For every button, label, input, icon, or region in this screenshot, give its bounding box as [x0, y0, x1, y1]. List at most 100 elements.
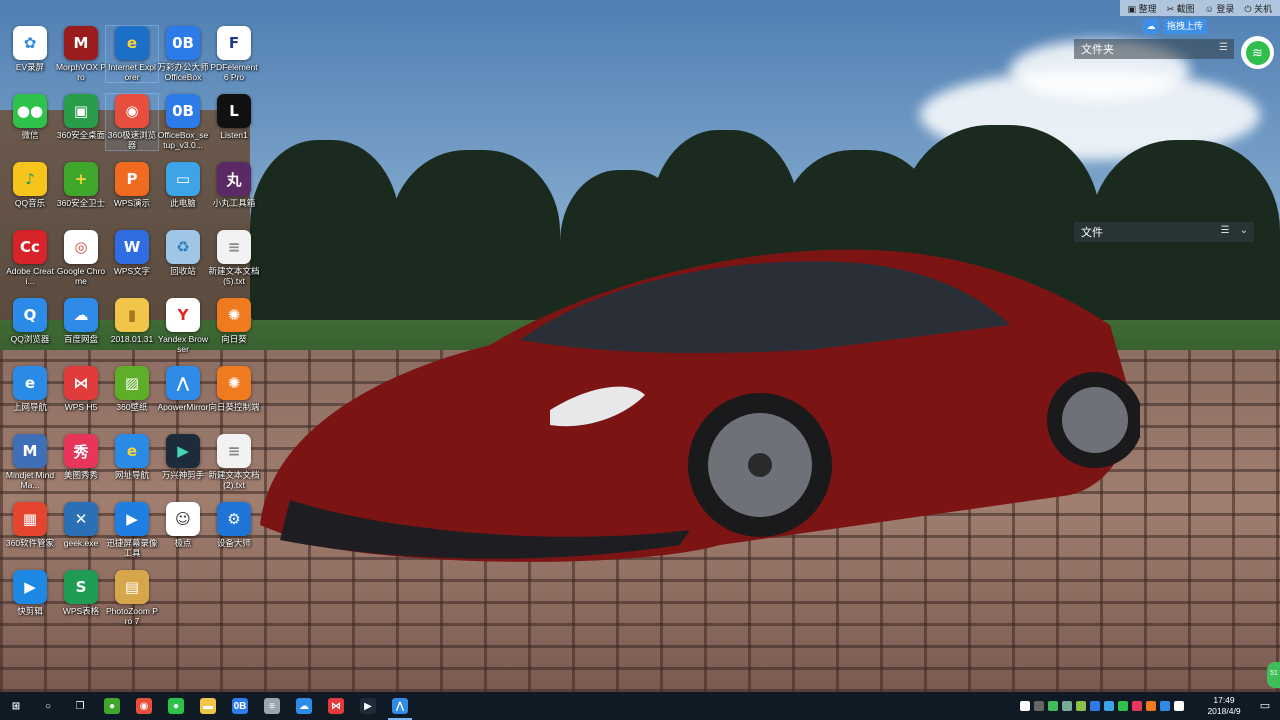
desktop-icon[interactable]: ✕ geek.exe — [55, 502, 107, 548]
desktop-icon[interactable]: e Internet Explorer — [105, 25, 159, 83]
login-button[interactable]: ☺ 登录 — [1205, 2, 1235, 14]
desktop-icon-label: QQ音乐 — [14, 198, 46, 208]
tray-icon[interactable] — [1090, 701, 1100, 711]
tray-icon[interactable] — [1146, 701, 1156, 711]
desktop-icon[interactable]: ≡ 新建文本文档 (5).txt — [208, 230, 260, 286]
desktop-icon[interactable]: ⚙ 设备大师 — [208, 502, 260, 548]
desktop-icon[interactable]: M Mindjet MindMa... — [4, 434, 56, 490]
desktop-icon[interactable]: e 网址导航 — [106, 434, 158, 480]
tray-icon[interactable] — [1104, 701, 1114, 711]
desktop-icon[interactable]: ▭ 此电脑 — [157, 162, 209, 208]
taskbar-wechat[interactable]: ● — [160, 692, 192, 720]
taskbar-notepad[interactable]: ≡ — [256, 692, 288, 720]
menu-icon[interactable]: ☰ — [1219, 42, 1228, 53]
shutdown-button[interactable]: ⏻ 关机 — [1244, 2, 1272, 14]
desktop-icon[interactable]: ▣ 360安全桌面 — [55, 94, 107, 140]
mindmanager-tray-icon[interactable] — [1020, 701, 1030, 711]
taskbar-start[interactable]: ⊞ — [0, 692, 32, 720]
desktop-icon[interactable]: ◎ Google Chrome — [55, 230, 107, 286]
fence-files[interactable]: 文件 ☰ ⌄ — [1074, 222, 1254, 242]
desktop-icon[interactable]: ✿ EV录屏 — [4, 26, 56, 72]
taskbar-file-explorer[interactable]: ▬ — [192, 692, 224, 720]
taskbar-baidu-netdisk[interactable]: ☁ — [288, 692, 320, 720]
app-icon: ⋀ — [166, 366, 200, 400]
desktop-icon[interactable]: ▮ 2018.01.31 — [106, 298, 158, 344]
app-icon: ▶ — [13, 570, 47, 604]
desktop-icon[interactable]: Y Yandex Browser — [157, 298, 209, 354]
desktop-icon[interactable]: ⋈ WPS H5 — [55, 366, 107, 412]
desktop-icon[interactable]: ▦ 360软件管家 — [4, 502, 56, 548]
desktop-icon[interactable]: ✺ 向日葵控制端 — [208, 366, 260, 412]
wechat-tray-icon[interactable] — [1118, 701, 1128, 711]
tray-icon[interactable] — [1132, 701, 1142, 711]
taskbar-wps-h5[interactable]: ⋈ — [320, 692, 352, 720]
tray-icon[interactable] — [1062, 701, 1072, 711]
people-icon[interactable] — [1034, 701, 1044, 711]
taskbar-filmora[interactable]: ▶ — [352, 692, 384, 720]
desktop-icon[interactable]: e 上网导航 — [4, 366, 56, 412]
file-explorer-icon: ▬ — [200, 698, 216, 714]
desktop-icon[interactable]: ▤ PhotoZoom Pro 7 — [106, 570, 158, 626]
desktop-icon[interactable]: ♻ 回收站 — [157, 230, 209, 276]
taskbar-officebox[interactable]: 0B — [224, 692, 256, 720]
taskbar-task-view[interactable]: ❐ — [64, 692, 96, 720]
desktop-icon[interactable]: Cc Adobe Creati... — [4, 230, 56, 286]
menu-icon[interactable]: ☰ — [1221, 225, 1230, 236]
desktop-icon[interactable]: 0B OfficeBox_setup_v3.0... — [157, 94, 209, 150]
app-icon: + — [64, 162, 98, 196]
desktop-icon[interactable]: M MorphVOX Pro — [55, 26, 107, 82]
chevron-down-icon[interactable]: ⌄ — [1240, 225, 1248, 236]
side-floating-widget[interactable]: 51 — [1267, 662, 1280, 688]
desktop-icon[interactable]: S WPS表格 — [55, 570, 107, 616]
desktop-icon[interactable]: +360安全卫士 — [55, 162, 107, 208]
desktop-icon[interactable]: 秀美图秀秀 — [55, 434, 107, 480]
tray-icon[interactable] — [1076, 701, 1086, 711]
app-icon: e — [13, 366, 47, 400]
wifi-widget[interactable]: ≋ — [1241, 36, 1274, 69]
taskbar-search[interactable]: ○ — [32, 692, 64, 720]
desktop-icon[interactable]: ●● 微信 — [4, 94, 56, 140]
desktop-icon[interactable]: L Listen1 — [208, 94, 260, 140]
desktop-icon[interactable]: ☁ 百度网盘 — [55, 298, 107, 344]
desktop-icon[interactable]: ▶ 快剪辑 — [4, 570, 56, 616]
desktop-icon[interactable]: ◉ 360极速浏览器 — [105, 93, 159, 151]
desktop-icon[interactable]: 丸小丸工具箱 — [208, 162, 260, 208]
organize-button[interactable]: ▣ 整理 — [1128, 2, 1157, 14]
desktop-icon[interactable]: ✺ 向日葵 — [208, 298, 260, 344]
desktop-icon[interactable]: 0B 万彩办公大师OfficeBox — [157, 26, 209, 82]
desktop-icon[interactable]: P WPS演示 — [106, 162, 158, 208]
desktop-icon[interactable]: ≡ 新建文本文档 (2).txt — [208, 434, 260, 490]
drag-upload-button[interactable]: 拖拽上传 — [1163, 19, 1207, 34]
volume-icon[interactable] — [1174, 701, 1184, 711]
desktop-icon[interactable]: ♪ QQ音乐 — [4, 162, 56, 208]
taskbar-360-security[interactable]: ● — [96, 692, 128, 720]
app-icon: e — [115, 434, 149, 468]
app-icon: ▣ — [64, 94, 98, 128]
taskbar-360-browser[interactable]: ◉ — [128, 692, 160, 720]
desktop-icon-label: Google Chrome — [56, 266, 106, 286]
taskbar-apowermirror[interactable]: ⋀ — [384, 692, 416, 720]
desktop-icon-label: 微信 — [21, 130, 39, 140]
clock[interactable]: 17:49 2018/4/9 — [1202, 695, 1246, 717]
desktop-icon[interactable]: ▶ 万兴神剪手 — [157, 434, 209, 480]
desktop-icon[interactable]: Q QQ浏览器 — [4, 298, 56, 344]
desktop-icon-label: 向日葵 — [221, 334, 247, 344]
tray-icon[interactable] — [1160, 701, 1170, 711]
desktop-icon[interactable]: F PDFelement 6 Pro — [208, 26, 260, 82]
desktop-icon[interactable]: ▨ 360壁纸 — [106, 366, 158, 412]
desktop-icon[interactable]: ☺ 极点 — [157, 502, 209, 548]
notification-icon[interactable]: ▭ — [1256, 697, 1274, 715]
desktop-icon-label: 向日葵控制端 — [208, 402, 260, 412]
desktop-icon[interactable]: W WPS文字 — [106, 230, 158, 276]
fence-folder[interactable]: 文件夹 ☰ — [1074, 39, 1234, 59]
cloud-icon: ☁ — [1143, 19, 1159, 34]
screenshot-button[interactable]: ✂ 截图 — [1167, 2, 1195, 14]
desktop-icon-label: 网址导航 — [114, 470, 149, 480]
desktop-icon[interactable]: ⋀ ApowerMirror — [157, 366, 209, 412]
desktop-icon[interactable]: ▶ 迅捷屏幕录像工具 — [106, 502, 158, 558]
app-icon: M — [64, 26, 98, 60]
desktop-icon-label: WPS演示 — [113, 198, 151, 208]
wifi-tray-icon[interactable] — [1048, 701, 1058, 711]
desktop-icon-label: geek.exe — [63, 538, 99, 548]
desktop-icon-label: MorphVOX Pro — [55, 62, 107, 82]
